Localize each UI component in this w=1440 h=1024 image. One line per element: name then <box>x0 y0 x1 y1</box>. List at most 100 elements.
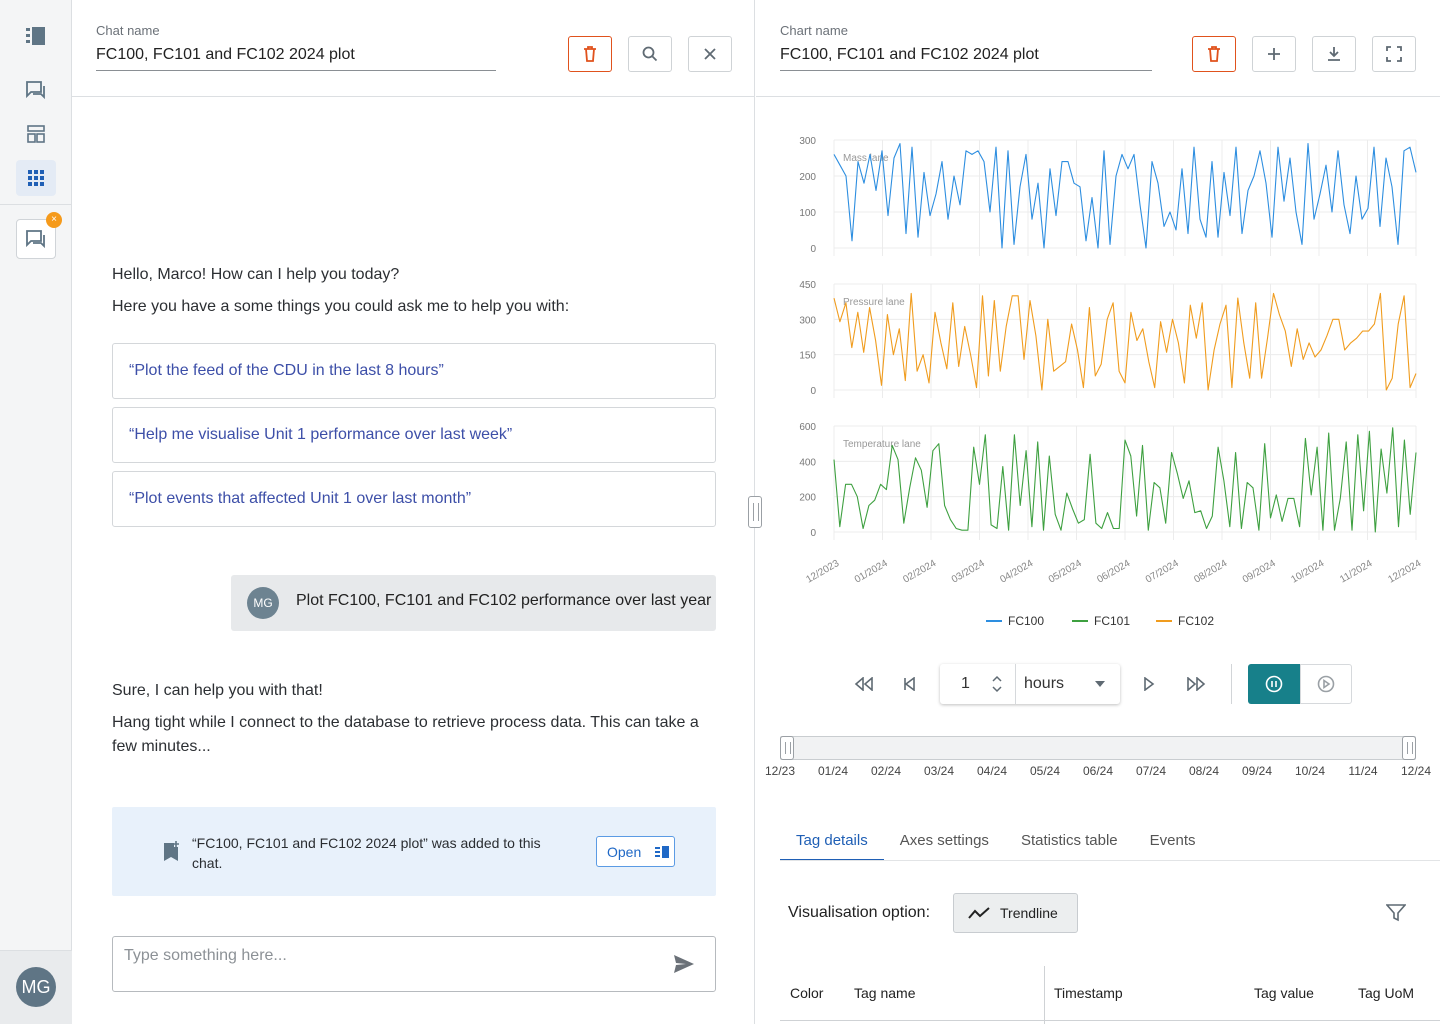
x-tick-label: 12/2023 <box>804 558 841 586</box>
greeting-text: Hello, Marco! How can I help you today? <box>112 266 400 283</box>
chevron-down-icon[interactable] <box>1095 681 1105 687</box>
intro-text: Here you have a some things you could as… <box>112 298 570 315</box>
range-start-handle[interactable] <box>780 736 794 760</box>
range-tick-label: 12/24 <box>1400 764 1432 778</box>
rail-divider <box>0 204 72 205</box>
close-chat-button[interactable] <box>688 36 732 72</box>
delete-chat-button[interactable] <box>568 36 612 72</box>
open-label: Open <box>607 843 642 860</box>
col-header-tag-value[interactable]: Tag value <box>1254 985 1314 1001</box>
x-tick-label: 04/2024 <box>998 558 1035 586</box>
step-value[interactable]: 1 <box>961 675 970 693</box>
range-tick-label: 03/24 <box>923 764 955 778</box>
suggestion-item[interactable]: “Plot events that affected Unit 1 over l… <box>112 471 716 527</box>
range-tick-label: 06/24 <box>1082 764 1114 778</box>
close-icon <box>704 48 716 60</box>
y-tick-label: 600 <box>799 422 816 433</box>
x-tick-label: 08/2024 <box>1192 558 1229 586</box>
legend-item[interactable]: FC102 <box>1156 614 1214 628</box>
delete-chart-button[interactable] <box>1192 36 1236 72</box>
legend-item[interactable]: FC100 <box>986 614 1044 628</box>
x-tick-label: 05/2024 <box>1047 558 1084 586</box>
fast-forward-icon[interactable] <box>1186 677 1206 691</box>
play-button[interactable] <box>1300 664 1352 704</box>
col-header-tag-uom[interactable]: Tag UoM <box>1358 985 1414 1001</box>
stepper-arrows-icon[interactable] <box>992 674 1002 694</box>
x-tick-label: 12/2024 <box>1386 558 1423 586</box>
trendline-button[interactable]: Trendline <box>953 893 1078 933</box>
chat-name-field[interactable]: FC100, FC101 and FC102 2024 plot <box>96 46 496 71</box>
col-header-timestamp[interactable]: Timestamp <box>1054 985 1123 1001</box>
range-end-handle[interactable] <box>1402 736 1416 760</box>
add-button[interactable] <box>1252 36 1296 72</box>
col-header-color[interactable]: Color <box>790 985 823 1001</box>
trendline-label: Trendline <box>1000 905 1058 921</box>
fullscreen-button[interactable] <box>1372 36 1416 72</box>
tabs-divider <box>780 860 1440 861</box>
avatar[interactable]: MG <box>16 967 56 1007</box>
y-tick-label: 200 <box>799 172 816 183</box>
play-icon <box>1317 675 1335 693</box>
apps-grid-icon[interactable] <box>16 160 56 196</box>
panel-toggle-icon[interactable] <box>16 18 56 54</box>
legend-swatch <box>1156 620 1172 622</box>
trend-chart[interactable]: 0100200300Mass lane0150300450Pressure la… <box>756 100 1440 600</box>
chat-name-label: Chat name <box>96 23 160 38</box>
suggestion-item[interactable]: “Help me visualise Unit 1 performance ov… <box>112 407 716 463</box>
x-tick-label: 11/2024 <box>1338 558 1375 585</box>
left-rail: × MG <box>0 0 72 1024</box>
range-tick-label: 04/24 <box>976 764 1008 778</box>
reply-line-1: Sure, I can help you with that! <box>112 682 323 699</box>
step-unit-select[interactable]: hours <box>1024 675 1064 693</box>
legend-label: FC102 <box>1178 614 1215 628</box>
suggestion-item[interactable]: “Plot the feed of the CDU in the last 8 … <box>112 343 716 399</box>
pause-button[interactable] <box>1248 664 1300 704</box>
plus-icon <box>1268 48 1280 60</box>
col-header-tag-name[interactable]: Tag name <box>854 985 915 1001</box>
range-tick-label: 12/23 <box>764 764 796 778</box>
range-tick-label: 05/24 <box>1029 764 1061 778</box>
reply-line-2: Hang tight while I connect to the databa… <box>112 714 699 755</box>
x-tick-label: 10/2024 <box>1289 558 1326 586</box>
time-range-slider[interactable] <box>780 736 1416 760</box>
y-tick-label: 0 <box>810 244 816 255</box>
y-tick-label: 450 <box>799 280 816 291</box>
trash-icon <box>584 46 596 62</box>
step-back-icon[interactable] <box>904 677 916 691</box>
close-badge-icon[interactable]: × <box>46 212 62 228</box>
legend-item[interactable]: FC101 <box>1072 614 1130 628</box>
stepper-divider <box>1015 664 1016 704</box>
send-icon[interactable] <box>673 954 695 974</box>
tab-events[interactable]: Events <box>1134 824 1212 861</box>
x-tick-label: 06/2024 <box>1095 558 1132 586</box>
filter-icon[interactable] <box>1386 904 1406 922</box>
chart-name-field[interactable]: FC100, FC101 and FC102 2024 plot <box>780 46 1152 71</box>
open-chart-button[interactable]: Open <box>596 836 675 867</box>
pause-icon <box>1265 675 1283 693</box>
chat-header: Chat name FC100, FC101 and FC102 2024 pl… <box>72 0 755 97</box>
y-tick-label: 200 <box>799 493 816 504</box>
y-tick-label: 150 <box>799 351 816 362</box>
rewind-icon[interactable] <box>854 677 874 691</box>
download-button[interactable] <box>1312 36 1356 72</box>
range-tick-label: 11/24 <box>1348 764 1378 778</box>
range-tick-label: 02/24 <box>870 764 902 778</box>
tab-statistics-table[interactable]: Statistics table <box>1005 824 1134 861</box>
range-tick-label: 08/24 <box>1188 764 1220 778</box>
table-header-rule <box>780 1020 1440 1021</box>
tab-axes-settings[interactable]: Axes settings <box>884 824 1005 861</box>
search-button[interactable] <box>628 36 672 72</box>
chart-added-notice: “FC100, FC101 and FC102 2024 plot” was a… <box>112 807 716 896</box>
chart-panel: Chart name FC100, FC101 and FC102 2024 p… <box>756 0 1440 1024</box>
step-forward-icon[interactable] <box>1143 677 1155 691</box>
y-tick-label: 0 <box>810 386 816 397</box>
time-step-control: 1 hours <box>940 664 1120 704</box>
chats-icon[interactable] <box>16 72 56 108</box>
message-input-box <box>112 936 716 992</box>
trendline-icon <box>968 907 990 919</box>
dashboard-icon[interactable] <box>16 116 56 152</box>
message-input[interactable] <box>124 947 644 965</box>
detail-tabs: Tag details Axes settings Statistics tab… <box>780 824 1212 861</box>
tab-tag-details[interactable]: Tag details <box>780 824 884 861</box>
x-tick-label: 09/2024 <box>1241 558 1278 586</box>
